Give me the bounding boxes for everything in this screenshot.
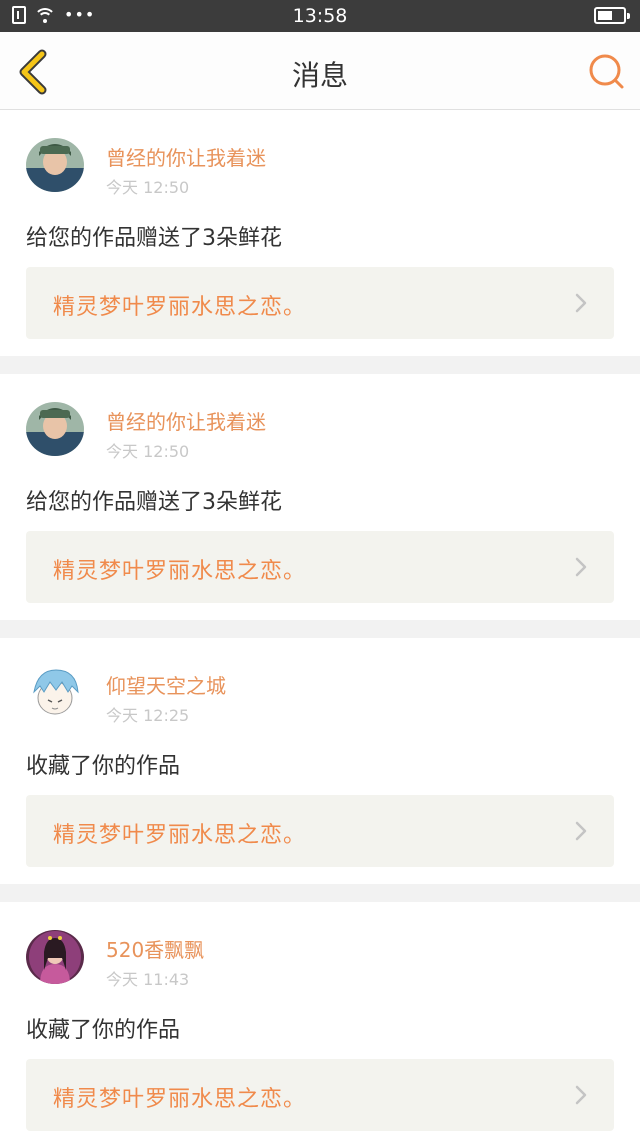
page-title: 消息: [291, 59, 348, 92]
username[interactable]: 仰望天空之城: [106, 670, 226, 699]
timestamp: 今天 12:50: [106, 178, 190, 197]
timestamp: 今天 12:25: [106, 706, 190, 725]
work-link[interactable]: 精灵梦叶罗丽水思之恋。: [26, 531, 614, 603]
nav-bar: 消息: [0, 32, 640, 110]
username[interactable]: 曾经的你让我着迷: [106, 142, 266, 171]
wifi-icon: [34, 6, 56, 24]
message-text: 收藏了你的作品: [26, 754, 181, 779]
message-card: 曾经的你让我着迷 今天 12:50 给您的作品赠送了3朵鲜花 精灵梦叶罗丽水思之…: [0, 374, 640, 620]
status-icons: •••: [12, 6, 95, 24]
sim-icon: [12, 6, 26, 24]
username[interactable]: 曾经的你让我着迷: [106, 406, 266, 435]
chevron-right-icon: [575, 821, 587, 841]
chevron-right-icon: [575, 293, 587, 313]
timestamp: 今天 12:50: [106, 442, 190, 461]
work-link[interactable]: 精灵梦叶罗丽水思之恋。: [26, 795, 614, 867]
work-link[interactable]: 精灵梦叶罗丽水思之恋。: [26, 267, 614, 339]
message-card: 520香飘飘 今天 11:43 收藏了你的作品 精灵梦叶罗丽水思之恋。: [0, 902, 640, 1138]
work-title: 精灵梦叶罗丽水思之恋。: [53, 823, 307, 848]
work-title: 精灵梦叶罗丽水思之恋。: [53, 295, 307, 320]
timestamp: 今天 11:43: [106, 970, 190, 989]
message-text: 给您的作品赠送了3朵鲜花: [26, 226, 282, 251]
message-card: 曾经的你让我着迷 今天 12:50 给您的作品赠送了3朵鲜花 精灵梦叶罗丽水思之…: [0, 110, 640, 356]
avatar[interactable]: [26, 666, 84, 720]
status-bar: ••• 13:58: [0, 0, 640, 32]
more-dots-icon: •••: [64, 5, 96, 24]
status-time: 13:58: [292, 5, 348, 27]
work-link[interactable]: 精灵梦叶罗丽水思之恋。: [26, 1059, 614, 1131]
search-icon: [589, 54, 624, 89]
battery-icon: [594, 7, 630, 24]
work-title: 精灵梦叶罗丽水思之恋。: [53, 1087, 307, 1112]
message-text: 收藏了你的作品: [26, 1018, 181, 1043]
search-button[interactable]: [586, 52, 626, 92]
message-card: 仰望天空之城 今天 12:25 收藏了你的作品 精灵梦叶罗丽水思之恋。: [0, 638, 640, 884]
work-title: 精灵梦叶罗丽水思之恋。: [53, 559, 307, 584]
chevron-right-icon: [575, 1085, 587, 1105]
message-list: 曾经的你让我着迷 今天 12:50 给您的作品赠送了3朵鲜花 精灵梦叶罗丽水思之…: [0, 110, 640, 1138]
avatar[interactable]: [26, 930, 84, 984]
avatar[interactable]: [26, 138, 84, 192]
username[interactable]: 520香飘飘: [106, 934, 204, 963]
avatar[interactable]: [26, 402, 84, 456]
chevron-right-icon: [575, 557, 587, 577]
message-text: 给您的作品赠送了3朵鲜花: [26, 490, 282, 515]
